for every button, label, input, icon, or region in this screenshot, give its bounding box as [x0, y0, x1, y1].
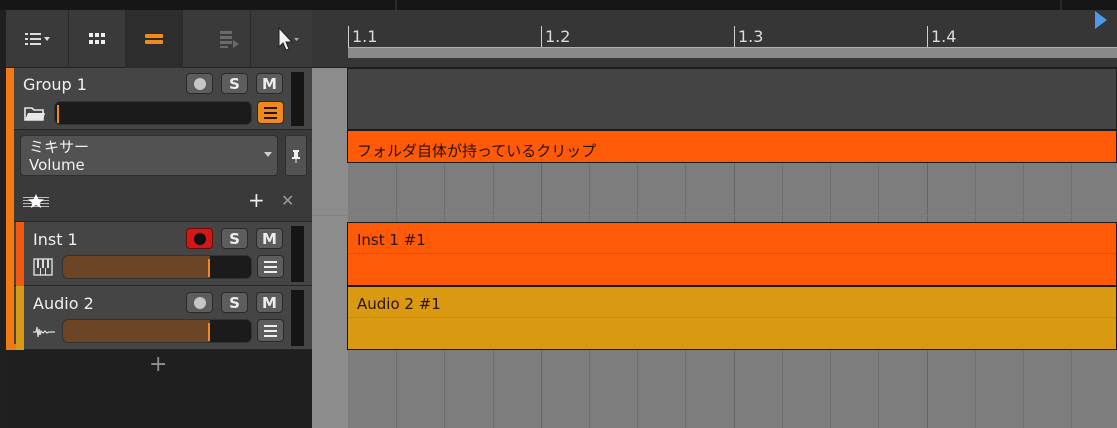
waveform-icon: [33, 324, 55, 343]
track-header-inst[interactable]: Inst 1 S M: [6, 222, 312, 286]
solo-button[interactable]: S: [221, 292, 248, 313]
clip-label: Inst 1 #1: [357, 231, 426, 249]
piano-icon: [33, 258, 53, 280]
grid-view-button[interactable]: [69, 10, 125, 68]
group-color-strip: [6, 286, 14, 350]
clip-divider: [348, 253, 1116, 254]
expand-track-button[interactable]: [257, 319, 284, 342]
timeline-ruler[interactable]: 1.1 1.2 1.3 1.4: [312, 10, 1117, 67]
folder-icon: [23, 104, 47, 126]
automation-curve[interactable]: [312, 215, 1117, 216]
fader-fill: [63, 256, 210, 278]
track-name: Inst 1: [33, 230, 78, 249]
level-meter: [291, 290, 304, 346]
clip-launcher-icon: [220, 31, 239, 48]
volume-fader[interactable]: [62, 319, 252, 343]
ruler-loop-bar[interactable]: [348, 47, 1117, 58]
track-list-icon: [25, 33, 50, 45]
solo-button[interactable]: S: [221, 228, 248, 249]
add-track-button[interactable]: +: [149, 352, 167, 377]
arranger-toolbar: [6, 10, 312, 68]
mute-button[interactable]: M: [256, 292, 283, 313]
record-arm-button[interactable]: [186, 292, 213, 313]
expand-track-button[interactable]: [257, 101, 284, 124]
solo-button[interactable]: S: [221, 73, 248, 94]
fader-fill: [63, 320, 210, 342]
arrange-view-button[interactable]: [126, 10, 182, 68]
clip-divider: [348, 317, 1116, 318]
fader-handle[interactable]: [208, 259, 210, 277]
ruler-label: 1.4: [931, 27, 957, 46]
automation-target-label: ミキサー: [29, 138, 90, 156]
level-meter: [291, 72, 304, 126]
ruler-label: 1.3: [738, 27, 764, 46]
record-dot-icon: [193, 77, 206, 90]
volume-fader[interactable]: [62, 255, 252, 279]
arrange-view-icon: [145, 34, 163, 44]
clip-label: フォルダ自体が持っているクリップ: [357, 142, 597, 160]
automation-parameter-label: Volume: [29, 156, 85, 174]
pin-button[interactable]: [285, 135, 307, 176]
add-automation-button[interactable]: +: [248, 188, 265, 212]
track-name: Group 1: [23, 75, 87, 94]
play-start-marker-icon[interactable]: [1095, 11, 1107, 29]
mute-button[interactable]: M: [256, 228, 283, 249]
close-automation-button[interactable]: ✕: [281, 191, 294, 210]
track-menu-button[interactable]: [6, 10, 68, 68]
inst-clip[interactable]: Inst 1 #1: [347, 222, 1117, 286]
level-meter: [291, 226, 304, 282]
track-header-group[interactable]: Group 1 S M: [6, 68, 312, 130]
group-color-strip: [6, 222, 14, 286]
ruler-label: 1.1: [352, 27, 378, 46]
automation-target-select[interactable]: ミキサー Volume: [20, 135, 278, 176]
record-arm-button[interactable]: [186, 73, 213, 94]
automation-star-icon[interactable]: [23, 193, 49, 212]
chevron-down-icon: [264, 152, 272, 157]
fader-handle[interactable]: [57, 105, 59, 123]
divider: [395, 0, 397, 10]
divider: [1060, 0, 1062, 10]
folder-clip[interactable]: フォルダ自体が持っているクリップ: [347, 130, 1117, 163]
top-strip: [0, 0, 1117, 10]
track-color-strip: [6, 130, 14, 222]
track-headers: Group 1 S M ミキサー Volume + ✕ Inst 1 S M A…: [6, 68, 312, 428]
clip-launcher-button[interactable]: [211, 10, 247, 68]
daw-window: 1.1 1.2 1.3 1.4 Group 1 S M ミキサー Volume …: [0, 0, 1117, 428]
record-arm-button[interactable]: [186, 228, 213, 249]
ruler-label: 1.2: [545, 27, 571, 46]
track-color-strip: [16, 222, 24, 286]
mute-button[interactable]: M: [256, 73, 283, 94]
pre-roll-area: [312, 68, 348, 428]
group-lane-summary[interactable]: [347, 68, 1117, 130]
volume-fader[interactable]: [54, 101, 252, 125]
audio-clip[interactable]: Audio 2 #1: [347, 286, 1117, 350]
expand-track-button[interactable]: [257, 255, 284, 278]
arrangement-area[interactable]: フォルダ自体が持っているクリップ Inst 1 #1 Audio 2 #1: [312, 68, 1117, 428]
record-dot-icon: [193, 296, 206, 309]
track-header-audio[interactable]: Audio 2 S M: [6, 286, 312, 350]
pointer-arrow-icon: [278, 26, 299, 51]
automation-lane-header: ミキサー Volume + ✕: [6, 130, 312, 222]
pointer-tool-button[interactable]: [258, 10, 308, 68]
clip-label: Audio 2 #1: [357, 295, 441, 313]
divider: [250, 10, 251, 68]
grid-icon: [89, 33, 105, 44]
fader-handle[interactable]: [208, 323, 210, 341]
pin-icon: [292, 149, 300, 163]
track-name: Audio 2: [33, 294, 94, 313]
track-color-strip: [16, 286, 24, 350]
track-color-strip: [6, 68, 14, 130]
record-dot-icon: [193, 232, 206, 245]
divider: [182, 10, 183, 68]
